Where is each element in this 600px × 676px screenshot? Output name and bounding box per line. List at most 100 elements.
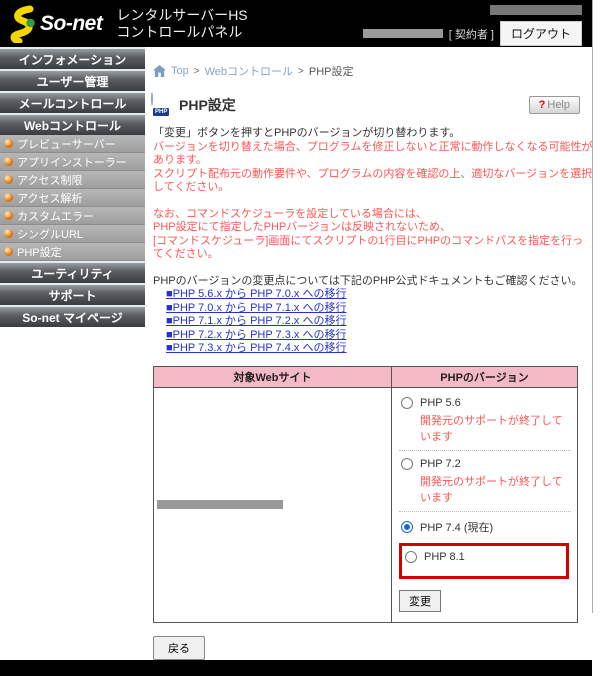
sidebar-item-label: So-net マイページ [22, 309, 122, 326]
radio-php-5-6[interactable] [401, 397, 413, 409]
sidebar-item-utility[interactable]: ユーティリティ [0, 261, 145, 283]
warning-line-1: バージョンを切り替えた場合、プログラムを修正しないと正常に動作しなくなる可能性が… [153, 141, 593, 168]
orange-bullet-icon [4, 247, 13, 256]
app-title: レンタルサーバーHS コントロールパネル [116, 7, 247, 41]
sidebar-item-mail-control[interactable]: メールコントロール [0, 91, 145, 113]
sidebar-item-app-installer[interactable]: アプリインストーラー [0, 153, 145, 171]
radio-php-8-1[interactable] [405, 551, 417, 563]
sidebar-item-web-control[interactable]: Webコントロール [0, 113, 145, 135]
orange-bullet-icon [4, 193, 13, 202]
php-option-7-4-current: PHP 7.4 (現在) [399, 512, 571, 541]
page-title: PHP設定 [179, 95, 236, 115]
orange-bullet-icon [4, 211, 13, 220]
redacted-site-name [157, 500, 283, 509]
help-button[interactable]: ?Help [529, 96, 580, 114]
sidebar-item-label: アクセス制限 [17, 172, 82, 188]
redacted-header-info [490, 5, 582, 15]
php-option-label[interactable]: PHP 7.2 [420, 458, 461, 470]
sidebar-item-label: カスタムエラー [17, 208, 94, 224]
radio-php-7-2[interactable] [401, 458, 413, 470]
breadcrumb-home-link[interactable]: Top [171, 65, 189, 77]
target-website-cell [154, 387, 392, 622]
php-option-label[interactable]: PHP 5.6 [420, 397, 461, 409]
scheduler-note-2: PHP設定にて指定したPHPバージョンは反映されないため、 [153, 221, 593, 235]
sidebar-item-label: Webコントロール [24, 117, 121, 134]
php-migration-link[interactable]: ■PHP 7.1.x から PHP 7.2.x への移行 [166, 315, 593, 329]
table-header-row: 対象Webサイト PHPのバージョン [154, 366, 578, 387]
sidebar-item-label: メールコントロール [19, 95, 127, 112]
php-migration-link[interactable]: ■PHP 5.6.x から PHP 7.0.x への移行 [166, 288, 593, 302]
orange-bullet-icon [4, 157, 13, 166]
sidebar-item-custom-error[interactable]: カスタムエラー [0, 207, 145, 225]
sidebar: インフォメーション ユーザー管理 メールコントロール Webコントロール プレビ… [0, 47, 145, 327]
sidebar-item-access-restriction[interactable]: アクセス制限 [0, 171, 145, 189]
php-option-5-6: PHP 5.6 開発元のサポートが終了しています [399, 390, 571, 451]
sidebar-item-preview-server[interactable]: プレビューサーバー [0, 135, 145, 153]
php-option-7-2: PHP 7.2 開発元のサポートが終了しています [399, 451, 571, 512]
breadcrumb-separator: > [194, 66, 200, 77]
eol-note: 開発元のサポートが終了しています [420, 473, 571, 505]
content-row: インフォメーション ユーザー管理 メールコントロール Webコントロール プレビ… [0, 47, 592, 660]
sidebar-item-label: プレビューサーバー [17, 136, 116, 152]
php-doc-links: ■PHP 5.6.x から PHP 7.0.x への移行 ■PHP 7.0.x … [166, 288, 593, 356]
sidebar-item-php-settings[interactable]: PHP設定 [0, 243, 145, 261]
php-globe-icon: PHP [151, 93, 175, 117]
breadcrumb-separator: > [298, 66, 304, 77]
redacted-account-id [363, 29, 443, 38]
home-icon [153, 65, 166, 77]
docs-intro: PHPのバージョンの変更点については下記のPHP公式ドキュメントもご確認ください… [153, 275, 593, 289]
account-type-label: [ 契約者 ] [449, 26, 494, 42]
warning-line-2: スクリプト配布元の動作要件や、プログラムの内容を確認の上、適切なバージョンを選択… [153, 168, 593, 195]
orange-bullet-icon [4, 229, 13, 238]
description-text: 「変更」ボタンを押すとPHPのバージョンが切り替わります。 バージョンを切り替え… [153, 127, 593, 356]
notice-line: 「変更」ボタンを押すとPHPのバージョンが切り替わります。 [153, 127, 593, 141]
app-title-line1: レンタルサーバーHS [116, 7, 247, 24]
so-net-logo: So-net [0, 5, 102, 43]
back-button[interactable]: 戻る [153, 636, 205, 660]
main-content: Top > Webコントロール > PHP設定 PHP PHP設定 ?Help … [145, 47, 592, 660]
sidebar-item-label: インフォメーション [19, 51, 126, 68]
scheduler-note-1: なお、コマンドスケジューラを設定している場合には、 [153, 208, 593, 222]
php-version-table: 対象Webサイト PHPのバージョン PHP 5.6 開発元のサポートが [153, 366, 578, 623]
php-migration-link[interactable]: ■PHP 7.0.x から PHP 7.1.x への移行 [166, 302, 593, 316]
sidebar-item-sonet-mypage[interactable]: So-net マイページ [0, 305, 145, 327]
table-row: PHP 5.6 開発元のサポートが終了しています PHP 7.2 開発元のサポー… [154, 387, 578, 622]
column-header-php-version: PHPのバージョン [392, 366, 578, 387]
php-8-1-highlight-annotation: PHP 8.1 [399, 543, 569, 579]
question-mark-icon: ? [539, 99, 546, 111]
php-option-label[interactable]: PHP 8.1 [424, 551, 465, 563]
footer-bar [0, 660, 592, 676]
sidebar-item-single-url[interactable]: シングルURL [0, 225, 145, 243]
logo-green-dot [26, 18, 34, 26]
logo-wordmark: So-net [40, 12, 102, 36]
app-title-line2: コントロールパネル [116, 24, 247, 41]
sidebar-item-label: ユーティリティ [31, 265, 114, 282]
so-net-ribbon-icon [8, 5, 38, 43]
php-version-cell: PHP 5.6 開発元のサポートが終了しています PHP 7.2 開発元のサポー… [392, 387, 578, 622]
sidebar-item-label: アプリインストーラー [17, 154, 127, 170]
php-option-8-1: PHP 8.1 [405, 551, 564, 563]
logout-button[interactable]: ログアウト [500, 21, 582, 46]
breadcrumb: Top > Webコントロール > PHP設定 [153, 63, 584, 79]
php-option-label[interactable]: PHP 7.4 (現在) [420, 519, 493, 535]
orange-bullet-icon [4, 175, 13, 184]
help-label: Help [547, 99, 570, 111]
sidebar-item-support[interactable]: サポート [0, 283, 145, 305]
scheduler-note-3: [コマンドスケジューラ]画面にてスクリプトの1行目にPHPのコマンドパスを指定を… [153, 235, 593, 262]
sidebar-item-label: ユーザー管理 [37, 73, 109, 90]
header-account-area: [ 契約者 ] ログアウト [363, 21, 582, 46]
sidebar-item-label: シングルURL [17, 226, 83, 242]
sidebar-item-label: PHP設定 [17, 244, 62, 260]
php-migration-link[interactable]: ■PHP 7.3.x から PHP 7.4.x への移行 [166, 342, 593, 356]
change-button[interactable]: 変更 [399, 590, 441, 612]
radio-php-7-4-selected[interactable] [401, 521, 413, 533]
sidebar-item-information[interactable]: インフォメーション [0, 47, 145, 69]
breadcrumb-web-control-link[interactable]: Webコントロール [205, 63, 293, 79]
page-title-row: PHP PHP設定 ?Help [151, 93, 584, 117]
column-header-website: 対象Webサイト [154, 366, 392, 387]
sidebar-item-user-management[interactable]: ユーザー管理 [0, 69, 145, 91]
sidebar-item-access-analysis[interactable]: アクセス解析 [0, 189, 145, 207]
sidebar-item-label: アクセス解析 [17, 190, 82, 206]
php-migration-link[interactable]: ■PHP 7.2.x から PHP 7.3.x への移行 [166, 329, 593, 343]
eol-note: 開発元のサポートが終了しています [420, 412, 571, 444]
